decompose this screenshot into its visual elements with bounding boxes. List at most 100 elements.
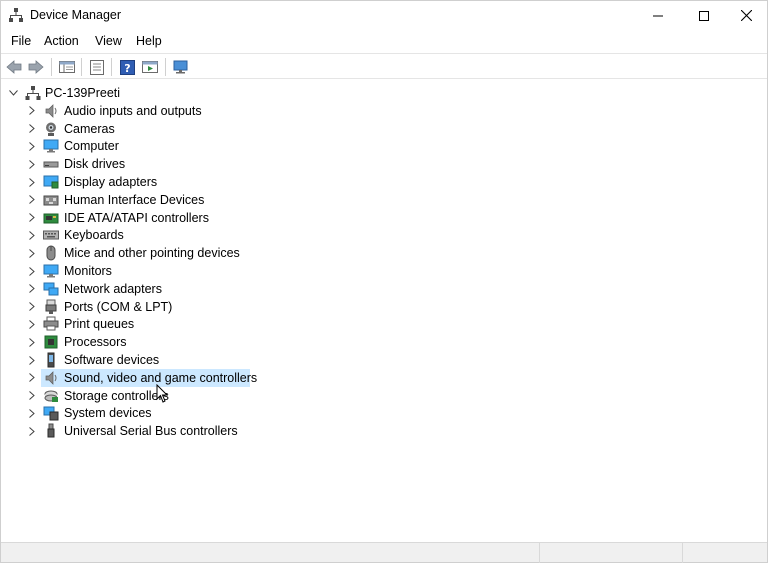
menu-view[interactable]: View [95, 34, 122, 48]
window-title: Device Manager [30, 8, 122, 22]
tree-item-label: Software devices [64, 353, 160, 367]
tree-item-label: Mice and other pointing devices [64, 246, 240, 261]
expand-chevron-right-icon[interactable] [27, 158, 37, 170]
close-icon [740, 10, 752, 21]
scan-hardware-icon [173, 60, 188, 73]
expand-chevron-right-icon[interactable] [27, 229, 37, 241]
minimize-button[interactable] [635, 1, 681, 30]
back-button[interactable] [4, 57, 24, 77]
network-adapter-icon [43, 281, 59, 297]
tree-item-label: System devices [64, 406, 152, 421]
tree-root-label: PC-139Preeti [45, 86, 121, 100]
help-icon: ? [119, 59, 135, 75]
expand-chevron-right-icon[interactable] [27, 301, 37, 313]
expand-chevron-right-icon[interactable] [27, 390, 37, 402]
expand-chevron-right-icon[interactable] [27, 372, 37, 384]
expand-chevron-right-icon[interactable] [27, 354, 37, 366]
monitor-icon [43, 138, 59, 154]
tree-item[interactable]: Network adapters [2, 280, 402, 298]
tree-root[interactable]: PC-139Preeti [2, 84, 402, 102]
forward-button[interactable] [26, 57, 46, 77]
tree-item-label: Universal Serial Bus controllers [64, 424, 238, 439]
software-device-icon [43, 352, 59, 368]
tree-item-label: Cameras [64, 121, 115, 136]
expand-chevron-right-icon[interactable] [27, 140, 37, 152]
properties-button[interactable] [87, 57, 107, 77]
port-icon [43, 299, 59, 315]
tree-item[interactable]: Sound, video and game controllers [2, 368, 402, 387]
tree-item[interactable]: Disk drives [2, 155, 402, 173]
toolbar-separator [165, 58, 166, 76]
camera-icon [43, 121, 59, 137]
tree-item[interactable]: Print queues [2, 315, 402, 333]
tree-item[interactable]: Computer [2, 137, 402, 155]
tree-item-label: Audio inputs and outputs [64, 103, 202, 118]
tree-item-label: Display adapters [64, 175, 158, 189]
tree-item[interactable]: Processors [2, 333, 402, 351]
scan-hardware-button[interactable] [171, 57, 191, 77]
status-cell [682, 543, 767, 563]
tree-item[interactable]: Cameras [2, 120, 402, 138]
tree-item[interactable]: Human Interface Devices [2, 191, 402, 209]
expand-chevron-right-icon[interactable] [27, 212, 37, 224]
tree-item[interactable]: Ports (COM & LPT) [2, 298, 402, 316]
expand-chevron-right-icon[interactable] [27, 407, 37, 419]
expand-chevron-right-icon[interactable] [27, 265, 37, 277]
tree-item[interactable]: Keyboards [2, 226, 402, 244]
tree-item[interactable]: Display adapters [2, 173, 402, 191]
status-cell [539, 543, 682, 563]
menu-action[interactable]: Action [44, 34, 79, 48]
expand-chevron-right-icon[interactable] [27, 318, 37, 330]
menu-file[interactable]: File [11, 34, 31, 48]
tree-item[interactable]: Monitors [2, 262, 402, 280]
speaker-icon [43, 370, 59, 386]
tree-item[interactable]: Storage controllers [2, 387, 402, 405]
tree-item[interactable]: Mice and other pointing devices [2, 244, 402, 262]
tree-item[interactable]: IDE ATA/ATAPI controllers [2, 209, 402, 227]
tree-item-label: Human Interface Devices [64, 192, 205, 207]
run-button[interactable] [140, 57, 160, 77]
tree-item-label: Network adapters [64, 281, 162, 296]
expand-chevron-right-icon[interactable] [27, 247, 37, 259]
expand-chevron-down-icon[interactable] [8, 87, 18, 99]
tree-item-label: Computer [64, 139, 119, 154]
display-adapter-icon [43, 174, 59, 190]
printer-icon [43, 316, 59, 332]
disk-drive-icon [43, 156, 59, 172]
expand-chevron-right-icon[interactable] [27, 425, 37, 437]
toolbar-separator [111, 58, 112, 76]
maximize-icon [699, 10, 709, 21]
expand-chevron-right-icon[interactable] [27, 194, 37, 206]
title-bar[interactable]: Device Manager [1, 1, 767, 30]
menu-help[interactable]: Help [136, 34, 162, 48]
expand-chevron-right-icon[interactable] [27, 105, 37, 117]
show-hide-console-tree-button[interactable] [57, 57, 77, 77]
tree-item-label: Keyboards [64, 228, 124, 243]
tree-item-label: Storage controllers [64, 388, 169, 403]
tree-item[interactable]: Universal Serial Bus controllers [2, 422, 402, 440]
tree-item-label: Sound, video and game controllers [64, 370, 258, 385]
toolbar: ? [1, 53, 767, 79]
forward-arrow-icon [28, 60, 44, 74]
processor-icon [43, 334, 59, 350]
expand-chevron-right-icon[interactable] [27, 176, 37, 188]
tree-item[interactable]: System devices [2, 404, 402, 422]
close-button[interactable] [723, 1, 768, 30]
maximize-button[interactable] [681, 1, 727, 30]
run-icon [142, 61, 158, 73]
mouse-icon [43, 245, 59, 261]
keyboard-icon [43, 227, 59, 243]
tree-item-label: Ports (COM & LPT) [64, 299, 173, 314]
svg-text:?: ? [124, 62, 130, 75]
expand-chevron-right-icon[interactable] [27, 336, 37, 348]
ide-controller-icon [43, 210, 59, 226]
tree-item[interactable]: Software devices [2, 351, 402, 369]
tree-item[interactable]: Audio inputs and outputs [2, 102, 402, 120]
tree-item-label: Processors [64, 335, 127, 350]
expand-chevron-right-icon[interactable] [27, 283, 37, 295]
expand-chevron-right-icon[interactable] [27, 123, 37, 135]
usb-icon [43, 423, 59, 439]
help-button[interactable]: ? [117, 57, 137, 77]
monitor-icon [43, 263, 59, 279]
device-manager-icon [9, 8, 23, 22]
